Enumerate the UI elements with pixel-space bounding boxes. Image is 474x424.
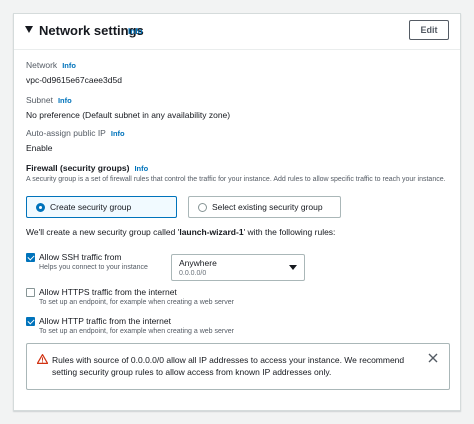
firewall-description: A security group is a set of firewall ru… xyxy=(26,176,446,183)
caret-down-icon xyxy=(289,265,297,270)
ssh-checkbox[interactable] xyxy=(26,253,35,262)
create-security-group-option[interactable]: Create security group xyxy=(26,196,177,218)
subnet-label-text: Subnet xyxy=(26,95,53,105)
http-label: Allow HTTP traffic from the internet xyxy=(39,316,171,326)
sentence-suffix: ' with the following rules: xyxy=(243,227,336,237)
ssh-source-cidr: 0.0.0.0/0 xyxy=(179,270,207,277)
ssh-label: Allow SSH traffic from xyxy=(39,252,122,262)
panel-header: Network settings Info Edit xyxy=(14,14,460,50)
http-description: To set up an endpoint, for example when … xyxy=(39,328,234,335)
subnet-info-link[interactable]: Info xyxy=(58,96,72,105)
https-checkbox[interactable] xyxy=(26,288,35,297)
sentence-prefix: We'll create a new security group called… xyxy=(26,227,180,237)
subnet-value: No preference (Default subnet in any ava… xyxy=(26,110,231,120)
subnet-label: Subnet Info xyxy=(26,95,72,105)
http-checkbox[interactable] xyxy=(26,317,35,326)
network-value: vpc-0d9615e67caee3d5d xyxy=(26,75,122,85)
ssh-source-select[interactable]: Anywhere 0.0.0.0/0 xyxy=(171,254,305,281)
public-ip-value: Enable xyxy=(26,143,53,153)
section-info-link[interactable]: Info xyxy=(128,27,143,36)
firewall-title-text: Firewall (security groups) xyxy=(26,163,130,173)
option-label: Create security group xyxy=(50,202,132,212)
option-label: Select existing security group xyxy=(212,202,323,212)
network-label: Network Info xyxy=(26,60,76,70)
public-ip-info-link[interactable]: Info xyxy=(111,129,125,138)
caret-down-icon[interactable] xyxy=(25,26,33,33)
public-ip-label-text: Auto-assign public IP xyxy=(26,128,106,138)
ssh-description: Helps you connect to your instance xyxy=(39,264,148,271)
firewall-info-link[interactable]: Info xyxy=(134,164,148,173)
open-access-warning: Rules with source of 0.0.0.0/0 allow all… xyxy=(26,343,450,390)
radio-unselected-icon[interactable] xyxy=(198,203,207,212)
https-label: Allow HTTPS traffic from the internet xyxy=(39,287,177,297)
network-settings-panel: Network settings Info Edit Network Info v… xyxy=(13,13,461,411)
network-info-link[interactable]: Info xyxy=(62,61,76,70)
close-icon[interactable] xyxy=(428,353,438,363)
security-group-name: launch-wizard-1 xyxy=(179,227,244,237)
https-description: To set up an endpoint, for example when … xyxy=(39,299,234,306)
warning-text: Rules with source of 0.0.0.0/0 allow all… xyxy=(52,355,405,377)
edit-button[interactable]: Edit xyxy=(409,20,449,40)
select-existing-security-group-option[interactable]: Select existing security group xyxy=(188,196,341,218)
ssh-source-value: Anywhere xyxy=(179,258,217,268)
public-ip-label: Auto-assign public IP Info xyxy=(26,128,125,138)
security-group-sentence: We'll create a new security group called… xyxy=(26,227,335,237)
warning-icon xyxy=(37,354,48,364)
network-label-text: Network xyxy=(26,60,58,70)
radio-selected-icon[interactable] xyxy=(36,203,45,212)
firewall-title: Firewall (security groups) Info xyxy=(26,163,148,173)
